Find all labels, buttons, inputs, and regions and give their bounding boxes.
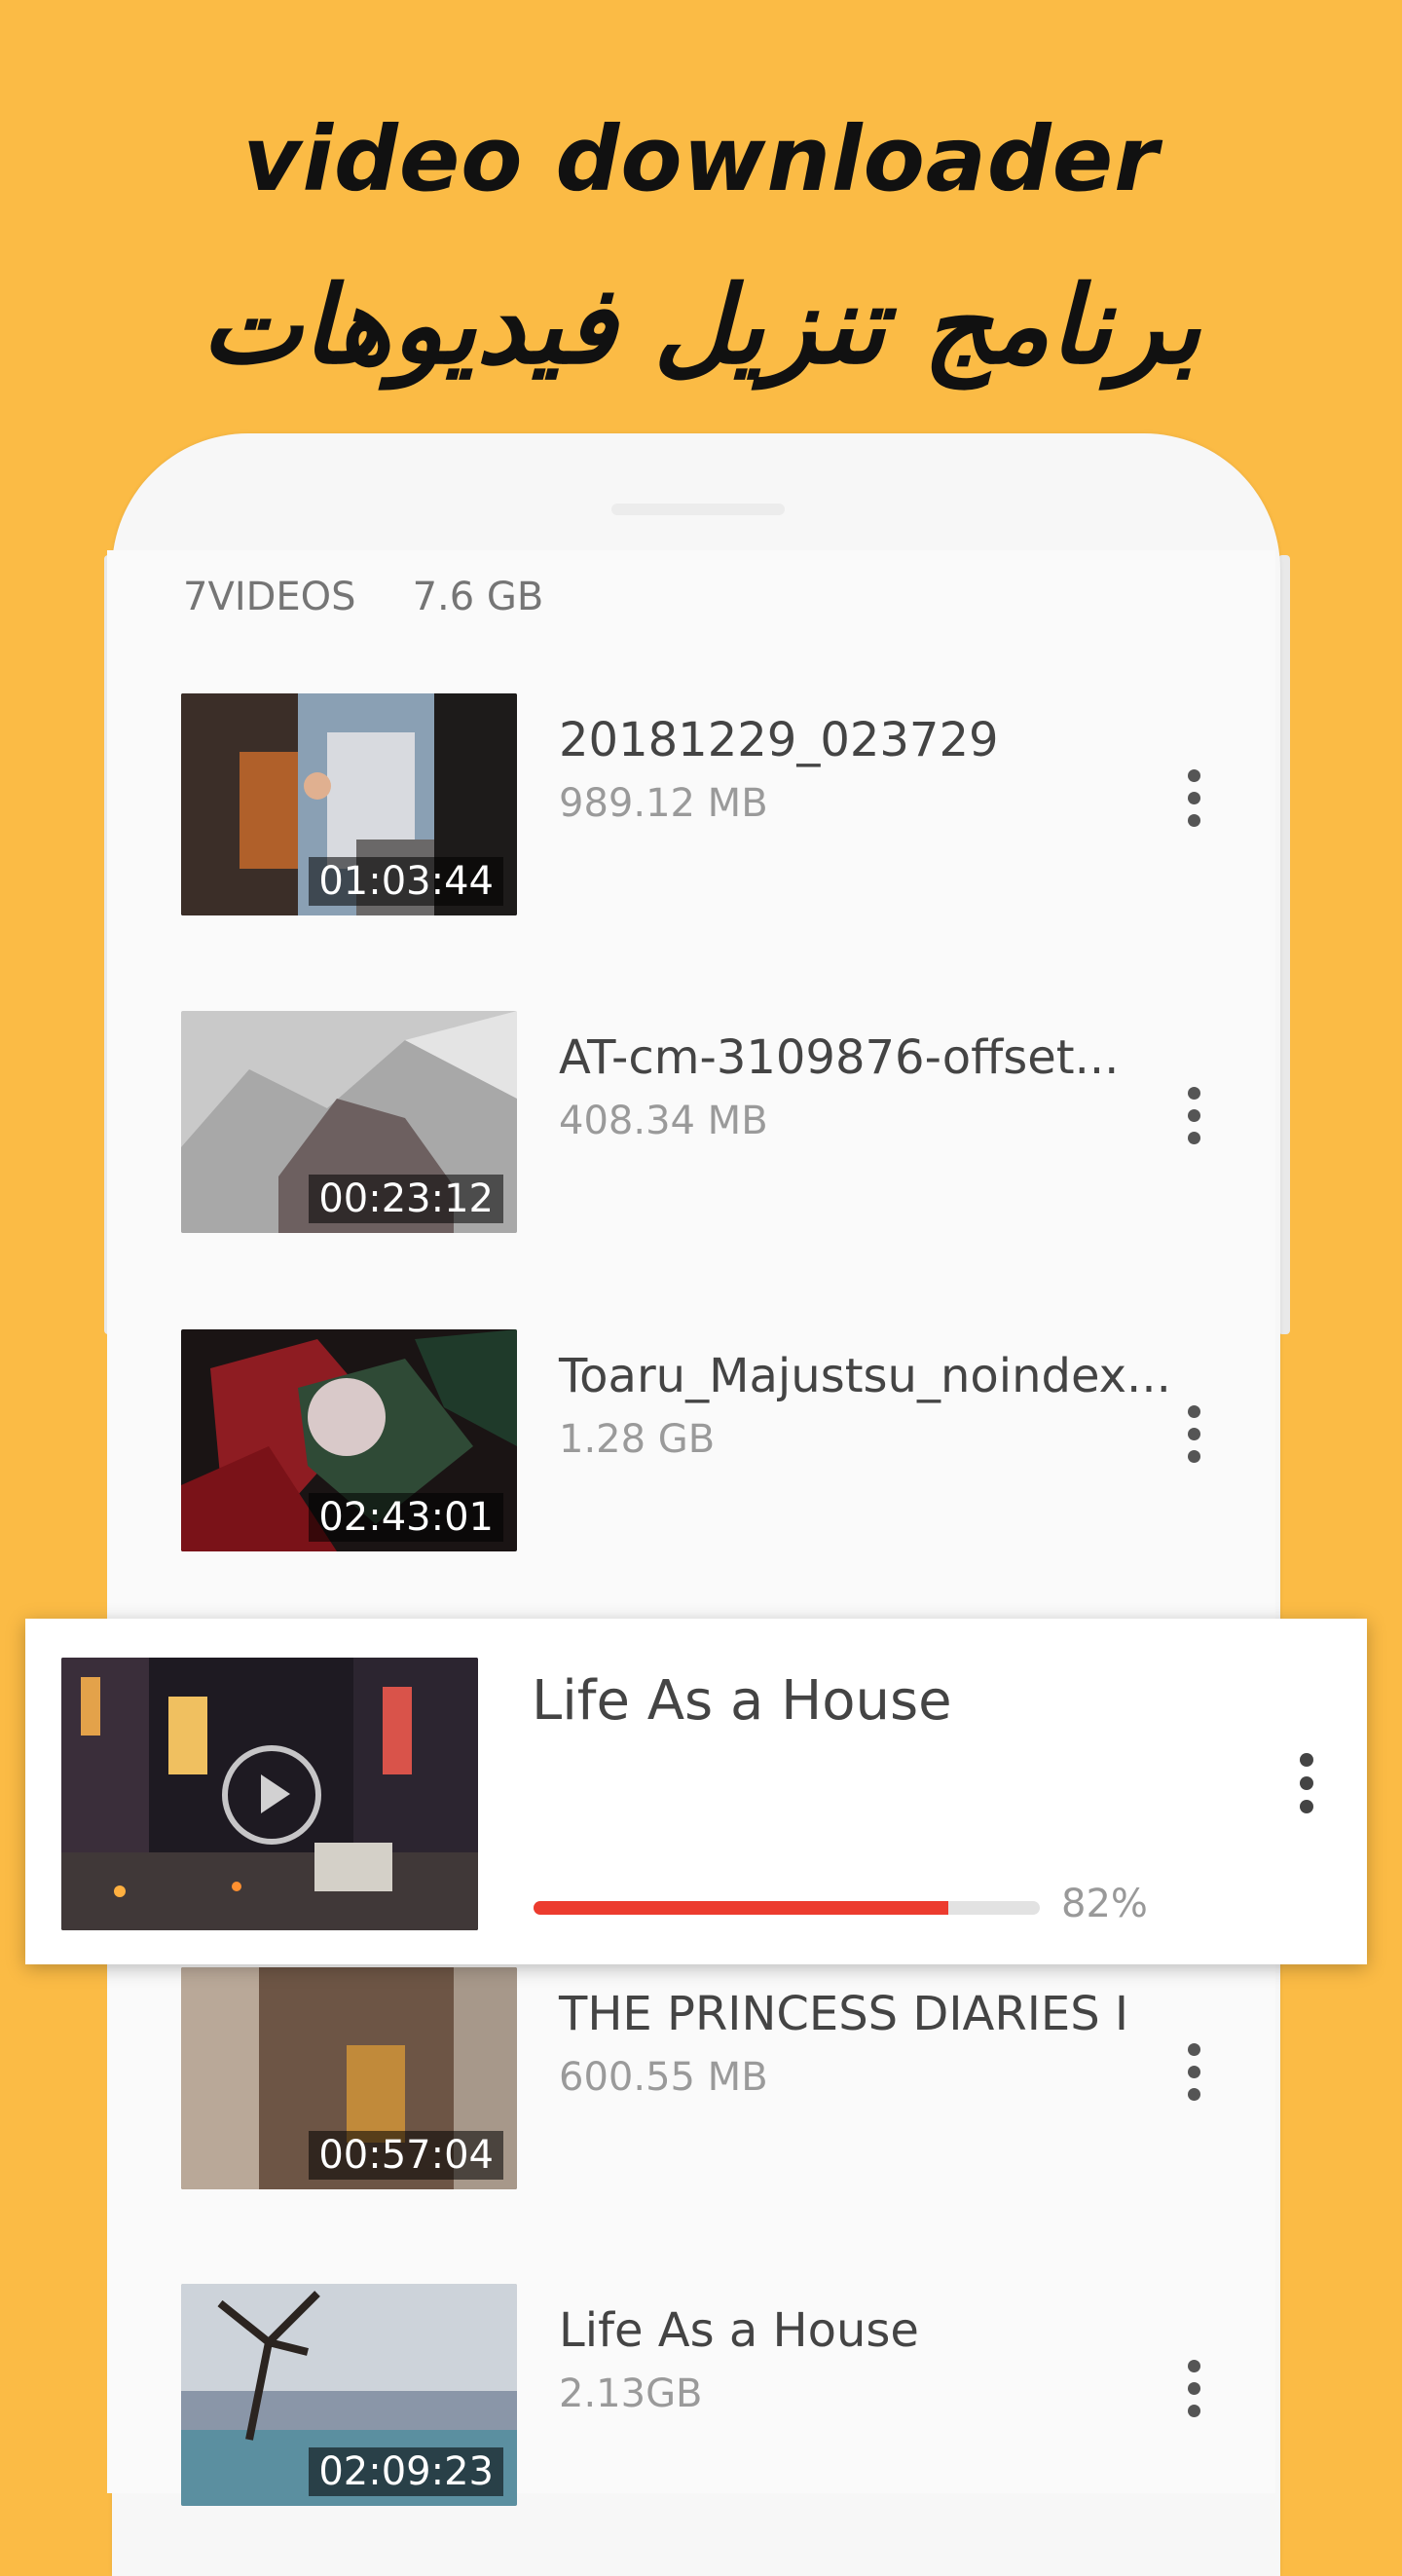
video-duration: 02:43:01 [309, 1493, 503, 1542]
video-title: 20181229_023729 [559, 713, 999, 767]
phone-speaker [611, 504, 785, 515]
downloading-card[interactable]: Life As a House 82% [25, 1619, 1367, 1964]
list-item[interactable]: 01:03:44 20181229_023729 989.12 MB [181, 693, 1252, 917]
more-options-icon[interactable] [1184, 1405, 1203, 1474]
list-item[interactable]: 02:43:01 Toaru_Majustsu_noindex... 1.28 … [181, 1329, 1252, 1553]
video-duration: 00:57:04 [309, 2131, 503, 2180]
library-summary: 7VIDEOS 7.6 GB [183, 575, 543, 619]
video-duration: 02:09:23 [309, 2447, 503, 2496]
list-item[interactable]: 02:09:23 Life As a House 2.13GB [181, 2284, 1252, 2508]
video-size: 600.55 MB [559, 2055, 768, 2100]
more-options-icon[interactable] [1184, 1087, 1203, 1155]
video-thumbnail[interactable]: 00:23:12 [181, 1011, 517, 1233]
video-thumbnail[interactable]: 02:09:23 [181, 2284, 517, 2506]
video-size: 408.34 MB [559, 1099, 768, 1143]
more-options-icon[interactable] [1184, 2043, 1203, 2111]
video-thumbnail[interactable]: 00:57:04 [181, 1967, 517, 2189]
downloading-thumbnail[interactable] [61, 1658, 478, 1930]
video-size: 1.28 GB [559, 1417, 716, 1462]
video-duration: 01:03:44 [309, 857, 503, 906]
video-title: Life As a House [559, 2303, 919, 2358]
list-item[interactable]: 00:23:12 AT-cm-3109876-offset... 408.34 … [181, 1011, 1252, 1235]
total-size: 7.6 GB [412, 575, 544, 619]
more-options-icon[interactable] [1297, 1753, 1316, 1821]
download-progress-text: 82% [1061, 1882, 1148, 1926]
video-title: Toaru_Majustsu_noindex... [559, 1349, 1171, 1403]
list-item[interactable]: 00:57:04 THE PRINCESS DIARIES I 600.55 M… [181, 1967, 1252, 2191]
video-title: AT-cm-3109876-offset... [559, 1030, 1120, 1085]
video-count: 7VIDEOS [183, 575, 356, 619]
video-thumbnail[interactable]: 01:03:44 [181, 693, 517, 915]
download-progress-bar [534, 1901, 1040, 1915]
more-options-icon[interactable] [1184, 2360, 1203, 2428]
video-size: 989.12 MB [559, 781, 768, 826]
more-options-icon[interactable] [1184, 769, 1203, 838]
video-title: THE PRINCESS DIARIES I [559, 1987, 1129, 2041]
video-duration: 00:23:12 [309, 1175, 503, 1223]
play-icon[interactable] [222, 1745, 321, 1845]
promo-subtitle: برنامج تنزيل فيديوهات [201, 263, 1201, 388]
download-progress-fill [534, 1901, 949, 1915]
promo-title: video downloader [242, 107, 1160, 211]
downloading-title: Life As a House [532, 1669, 952, 1733]
video-size: 2.13GB [559, 2371, 703, 2416]
video-thumbnail[interactable]: 02:43:01 [181, 1329, 517, 1551]
